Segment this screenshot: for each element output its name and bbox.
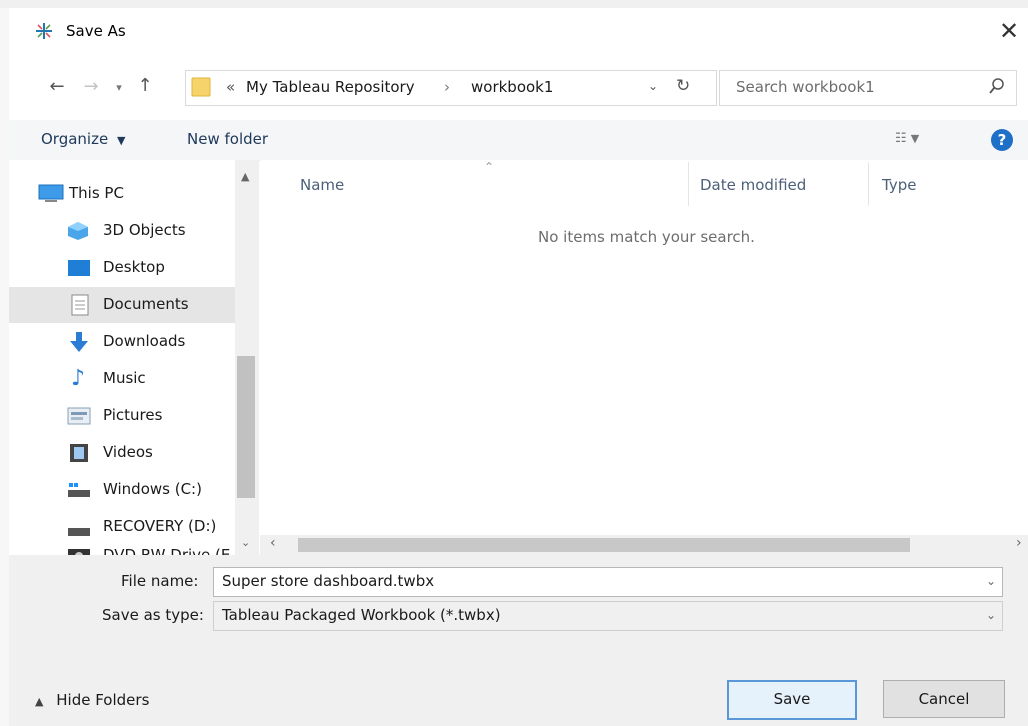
scroll-right-icon[interactable]: › (1016, 535, 1022, 551)
drive-d-icon (67, 523, 91, 541)
music-icon: ♪ (71, 366, 86, 391)
nav-item-music[interactable]: ♪ Music (9, 361, 235, 397)
breadcrumb-workbook1[interactable]: workbook1 (471, 78, 553, 96)
pictures-icon (67, 407, 91, 429)
file-name-label: File name: (121, 572, 199, 590)
horizontal-scroll-thumb[interactable] (298, 538, 910, 552)
refresh-icon[interactable]: ↻ (676, 76, 690, 96)
save-as-type-value[interactable]: Tableau Packaged Workbook (*.twbx) (222, 606, 501, 624)
nav-label: Music (103, 369, 146, 387)
nav-label: DVD RW Drive (E (103, 546, 231, 555)
tableau-logo-icon (34, 21, 54, 45)
address-dropdown-icon[interactable]: ⌄ (648, 79, 658, 93)
dvd-drive-icon (67, 548, 91, 555)
scroll-left-icon[interactable]: ‹ (270, 535, 276, 551)
forward-arrow-icon[interactable]: → (79, 75, 103, 99)
close-icon[interactable]: ✕ (994, 16, 1024, 46)
breadcrumb-separator: › (444, 78, 450, 96)
address-bar[interactable]: « My Tableau Repository › workbook1 ⌄ ↻ (185, 70, 717, 106)
command-bar: Organize ▼ New folder ☷ ▼ ? (9, 120, 1028, 161)
nav-label: This PC (69, 184, 124, 202)
file-list: ⌃ Name Date modified Type No items match… (260, 160, 1028, 555)
dialog-title: Save As (66, 22, 126, 40)
scroll-up-icon[interactable]: ▲ (241, 170, 249, 183)
save-as-type-select[interactable]: Tableau Packaged Workbook (*.twbx) ⌄ (213, 601, 1003, 631)
downloads-icon (69, 331, 89, 357)
3d-objects-icon (67, 221, 89, 245)
nav-label: Windows (C:) (103, 480, 202, 498)
chevron-down-icon[interactable]: ⌄ (986, 608, 996, 622)
breadcrumb-my-tableau-repository[interactable]: My Tableau Repository (246, 78, 415, 96)
scroll-thumb[interactable] (237, 356, 255, 498)
nav-item-3d-objects[interactable]: 3D Objects (9, 213, 235, 249)
organize-button[interactable]: Organize ▼ (41, 130, 125, 148)
up-arrow-icon[interactable]: ↑ (133, 74, 157, 98)
nav-label: Videos (103, 443, 153, 461)
chevron-up-icon: ▲ (35, 695, 44, 708)
breadcrumb-overflow[interactable]: « (226, 78, 235, 96)
save-button[interactable]: Save (727, 680, 857, 720)
sort-ascending-icon: ⌃ (484, 160, 495, 174)
title-bar: Save As ✕ (9, 8, 1028, 52)
help-icon[interactable]: ? (991, 129, 1013, 151)
chevron-down-icon: ▼ (116, 134, 126, 147)
search-box[interactable]: Search workbook1 (719, 70, 1017, 106)
hide-folders-label: Hide Folders (56, 691, 150, 709)
nav-item-downloads[interactable]: Downloads (9, 324, 235, 360)
horizontal-scrollbar[interactable]: ‹ › (260, 535, 1028, 555)
nav-item-pictures[interactable]: Pictures (9, 398, 235, 434)
nav-item-dvd-drive[interactable]: DVD RW Drive (E (9, 544, 235, 555)
view-options-icon[interactable]: ☷ ▼ (895, 131, 919, 146)
nav-item-desktop[interactable]: Desktop (9, 250, 235, 286)
save-as-type-label: Save as type: (102, 606, 204, 624)
empty-list-message: No items match your search. (538, 228, 755, 246)
nav-label: Desktop (103, 258, 165, 276)
drive-c-icon (67, 482, 91, 502)
save-as-dialog: Save As ✕ ← → ▾ ↑ « My Tableau Repositor… (9, 8, 1028, 726)
organize-label: Organize (41, 130, 109, 148)
new-folder-button[interactable]: New folder (187, 130, 268, 148)
nav-item-documents[interactable]: Documents (9, 287, 235, 323)
file-name-value[interactable]: Super store dashboard.twbx (222, 572, 434, 590)
nav-item-recovery-d[interactable]: RECOVERY (D:) (9, 509, 235, 545)
search-icon[interactable] (988, 76, 1006, 100)
nav-item-videos[interactable]: Videos (9, 435, 235, 471)
videos-icon (69, 443, 89, 467)
nav-item-windows-c[interactable]: Windows (C:) (9, 472, 235, 508)
save-form: File name: Super store dashboard.twbx ⌄ … (9, 555, 1028, 726)
desktop-icon (67, 259, 91, 281)
back-arrow-icon[interactable]: ← (45, 75, 69, 99)
navigation-pane: This PC 3D Objects Desktop Documents Dow… (9, 160, 235, 555)
column-header-type[interactable]: Type (882, 176, 916, 194)
nav-label: Pictures (103, 406, 163, 424)
cancel-button[interactable]: Cancel (883, 680, 1005, 718)
file-name-field[interactable]: Super store dashboard.twbx ⌄ (213, 567, 1003, 597)
column-header-date-modified[interactable]: Date modified (700, 176, 806, 194)
search-input[interactable]: Search workbook1 (736, 78, 875, 96)
scroll-down-icon[interactable]: ⌄ (241, 536, 250, 549)
nav-label: Documents (103, 295, 189, 313)
column-header-name[interactable]: Name (300, 176, 344, 194)
chevron-down-icon[interactable]: ▾ (107, 76, 131, 100)
column-divider (868, 162, 869, 206)
column-divider (688, 162, 689, 206)
nav-label: Downloads (103, 332, 186, 350)
chevron-down-icon[interactable]: ⌄ (986, 574, 996, 588)
documents-icon (71, 294, 89, 320)
folder-icon (191, 76, 211, 102)
nav-item-this-pc[interactable]: This PC (9, 176, 235, 212)
hide-folders-button[interactable]: ▲ Hide Folders (35, 691, 149, 709)
nav-label: RECOVERY (D:) (103, 517, 217, 535)
nav-label: 3D Objects (103, 221, 186, 239)
this-pc-icon (37, 184, 65, 208)
